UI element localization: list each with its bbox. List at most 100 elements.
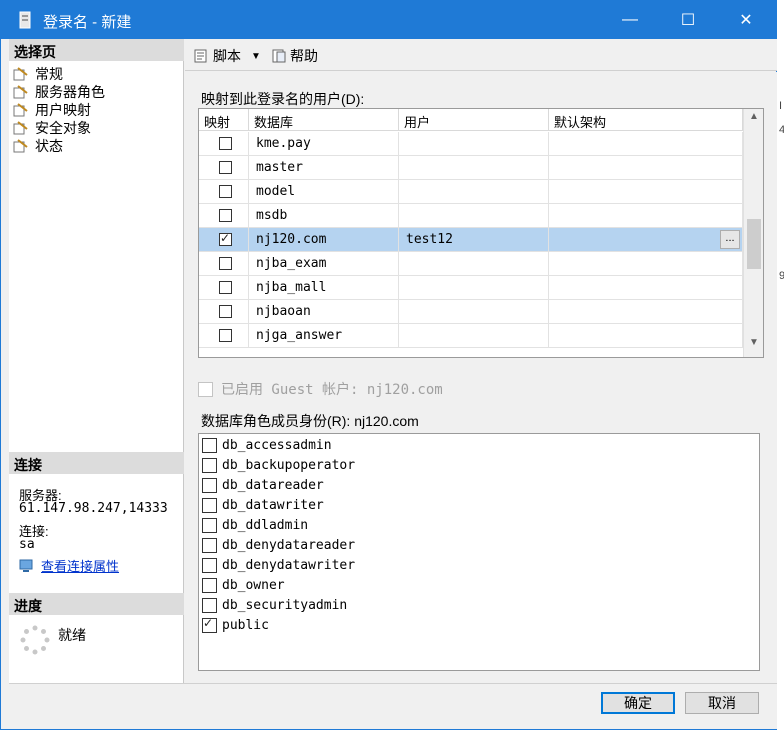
- script-label: 脚本: [213, 48, 241, 64]
- script-button[interactable]: 脚本 ▼: [193, 46, 261, 66]
- role-checkbox[interactable]: [202, 437, 217, 453]
- role-name: db_denydatareader: [222, 537, 356, 553]
- role-name: db_denydatawriter: [222, 557, 356, 573]
- list-item[interactable]: db_owner: [202, 575, 285, 595]
- schema-cell[interactable]: [549, 300, 743, 324]
- list-item[interactable]: db_datawriter: [202, 495, 324, 515]
- user-cell[interactable]: test12: [399, 228, 549, 252]
- nav-item-user-mapping[interactable]: 用户映射: [13, 101, 91, 119]
- role-checkbox[interactable]: [202, 517, 217, 533]
- list-item[interactable]: db_accessadmin: [202, 435, 332, 455]
- scroll-up-icon[interactable]: ▲: [744, 111, 763, 129]
- list-item[interactable]: public: [202, 615, 269, 635]
- list-item[interactable]: db_ddladmin: [202, 515, 308, 535]
- database-cell: njba_exam: [249, 252, 399, 276]
- database-cell: master: [249, 156, 399, 180]
- title-bar: 登录名 - 新建 — ☐ ✕: [1, 1, 776, 39]
- table-row-selected[interactable]: nj120.com test12 ...: [199, 228, 743, 252]
- schema-cell[interactable]: [549, 132, 743, 156]
- column-header-database[interactable]: 数据库: [249, 109, 399, 131]
- user-cell[interactable]: [399, 276, 549, 300]
- maximize-button[interactable]: ☐: [659, 1, 717, 39]
- ok-button[interactable]: 确定: [601, 692, 675, 714]
- schema-cell[interactable]: ...: [549, 228, 743, 252]
- map-checkbox[interactable]: [219, 161, 232, 174]
- nav-item-status[interactable]: 状态: [13, 137, 63, 155]
- nav-item-securables[interactable]: 安全对象: [13, 119, 91, 137]
- map-checkbox[interactable]: [219, 257, 232, 270]
- map-checkbox[interactable]: [219, 137, 232, 150]
- column-header-user[interactable]: 用户: [399, 109, 549, 131]
- progress-header: 进度: [9, 593, 184, 615]
- table-row[interactable]: model: [199, 180, 743, 204]
- list-item[interactable]: db_datareader: [202, 475, 324, 495]
- role-checkbox[interactable]: [202, 537, 217, 553]
- minimize-button[interactable]: —: [601, 1, 659, 39]
- role-membership-list[interactable]: db_accessadmin db_backupoperator db_data…: [198, 433, 760, 671]
- help-button[interactable]: 帮助: [271, 46, 318, 66]
- role-checkbox[interactable]: [202, 577, 217, 593]
- user-mapping-grid[interactable]: 映射 数据库 用户 默认架构 kme.pay master model msdb…: [198, 108, 764, 358]
- map-checkbox[interactable]: [219, 231, 232, 246]
- cancel-button[interactable]: 取消: [685, 692, 759, 714]
- guest-checkbox[interactable]: [198, 381, 213, 397]
- role-checkbox[interactable]: [202, 616, 217, 633]
- user-cell[interactable]: [399, 204, 549, 228]
- database-cell: nj120.com: [249, 228, 399, 252]
- role-checkbox[interactable]: [202, 477, 217, 493]
- progress-status: 就绪: [58, 627, 86, 643]
- list-item[interactable]: db_backupoperator: [202, 455, 355, 475]
- nav-item-general[interactable]: 常规: [13, 65, 63, 83]
- role-checkbox[interactable]: [202, 597, 217, 613]
- login-new-dialog: 登录名 - 新建 — ☐ ✕ 选择页 常规 服务器角色 用户映射 安全对象 状态…: [0, 0, 777, 730]
- close-button[interactable]: ✕: [717, 1, 775, 39]
- guest-account-option[interactable]: 已启用 Guest 帐户: nj120.com: [198, 379, 443, 399]
- map-checkbox[interactable]: [219, 185, 232, 198]
- table-row[interactable]: kme.pay: [199, 132, 743, 156]
- table-row[interactable]: msdb: [199, 204, 743, 228]
- table-row[interactable]: njba_mall: [199, 276, 743, 300]
- scroll-down-icon[interactable]: ▼: [744, 337, 763, 355]
- column-header-default-schema[interactable]: 默认架构: [549, 109, 743, 131]
- user-cell[interactable]: [399, 324, 549, 348]
- scrollbar-thumb[interactable]: [747, 219, 761, 269]
- user-cell[interactable]: [399, 180, 549, 204]
- schema-cell[interactable]: [549, 156, 743, 180]
- nav-item-server-roles[interactable]: 服务器角色: [13, 83, 105, 101]
- table-row[interactable]: master: [199, 156, 743, 180]
- database-cell: njga_answer: [249, 324, 399, 348]
- user-cell[interactable]: [399, 300, 549, 324]
- role-name: db_accessadmin: [222, 437, 332, 453]
- map-checkbox[interactable]: [219, 281, 232, 294]
- role-name: db_ddladmin: [222, 517, 309, 533]
- user-cell[interactable]: [399, 252, 549, 276]
- browse-schema-button[interactable]: ...: [720, 230, 740, 249]
- schema-cell[interactable]: [549, 324, 743, 348]
- user-cell[interactable]: [399, 156, 549, 180]
- view-connection-properties-link[interactable]: 查看连接属性: [19, 556, 119, 575]
- role-checkbox[interactable]: [202, 457, 217, 473]
- table-row[interactable]: njga_answer: [199, 324, 743, 348]
- role-checkbox[interactable]: [202, 497, 217, 513]
- map-checkbox[interactable]: [219, 329, 232, 342]
- schema-cell[interactable]: [549, 252, 743, 276]
- role-checkbox[interactable]: [202, 557, 217, 573]
- schema-cell[interactable]: [549, 180, 743, 204]
- list-item[interactable]: db_securityadmin: [202, 595, 347, 615]
- schema-cell[interactable]: [549, 204, 743, 228]
- roles-label: 数据库角色成员身份(R): nj120.com: [201, 413, 419, 429]
- list-item[interactable]: db_denydatawriter: [202, 555, 355, 575]
- user-cell[interactable]: [399, 132, 549, 156]
- list-item[interactable]: db_denydatareader: [202, 535, 355, 555]
- map-checkbox[interactable]: [219, 305, 232, 318]
- page-icon: [13, 67, 29, 81]
- grid-vertical-scrollbar[interactable]: ▲ ▼: [743, 109, 763, 357]
- nav-item-label: 安全对象: [35, 120, 91, 136]
- chevron-down-icon[interactable]: ▼: [251, 51, 261, 62]
- schema-cell[interactable]: [549, 276, 743, 300]
- table-row[interactable]: njba_exam: [199, 252, 743, 276]
- database-cell: msdb: [249, 204, 399, 228]
- column-header-map[interactable]: 映射: [199, 109, 249, 131]
- map-checkbox[interactable]: [219, 209, 232, 222]
- table-row[interactable]: njbaoan: [199, 300, 743, 324]
